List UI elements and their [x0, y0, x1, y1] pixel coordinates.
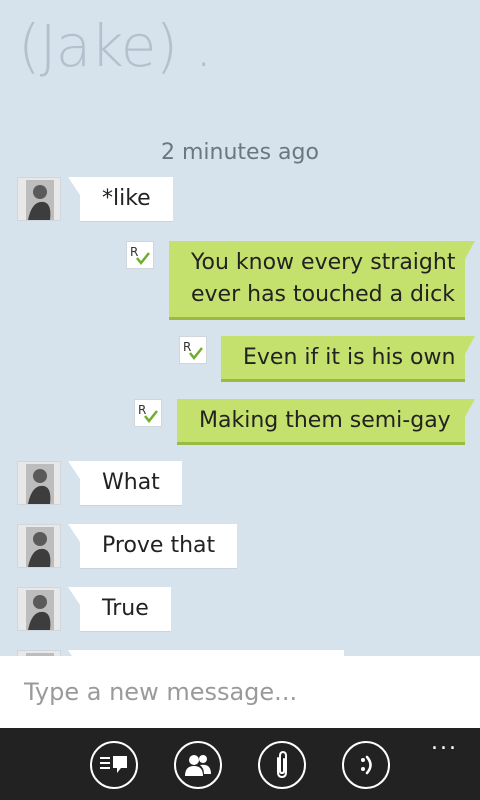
- message-bubble-incoming[interactable]: Prove that: [67, 524, 238, 568]
- attach-icon: [277, 750, 287, 779]
- message-bubble-outgoing[interactable]: You know every straight ever has touched…: [169, 241, 475, 320]
- message-bubble-outgoing[interactable]: Even if it is his own: [221, 336, 475, 382]
- message-text: True: [102, 596, 149, 621]
- message-text: Making them semi-gay: [199, 408, 451, 433]
- svg-text:R: R: [138, 403, 146, 417]
- emoji-icon: [361, 755, 372, 775]
- message-text: What: [102, 470, 160, 495]
- contacts-icon: [185, 755, 211, 776]
- message-bubble-incoming[interactable]: *like: [68, 177, 173, 221]
- message-text: ever has touched a dick: [191, 282, 455, 307]
- read-receipt-icon: R: [179, 336, 207, 364]
- message-text: *like: [102, 186, 151, 211]
- message-composer: [0, 656, 480, 728]
- attach-button[interactable]: [258, 741, 306, 789]
- message-text: Even if it is his own: [243, 345, 456, 370]
- message-text: You know every straight: [191, 250, 456, 275]
- svg-text:R: R: [183, 340, 191, 354]
- message-bubble-incoming[interactable]: True: [68, 587, 171, 631]
- message-bubble-incoming[interactable]: What: [68, 461, 182, 505]
- message-timestamp: 2 minutes ago: [161, 140, 319, 165]
- message-bubble-outgoing[interactable]: Making them semi-gay: [177, 399, 475, 445]
- contact-avatar[interactable]: [17, 177, 61, 221]
- conversation-title: (Jake) .: [18, 12, 213, 80]
- send-button[interactable]: [90, 741, 138, 789]
- emoji-button[interactable]: [342, 741, 390, 789]
- contact-avatar[interactable]: [17, 461, 61, 505]
- read-receipt-icon: R: [126, 241, 154, 269]
- message-text: Prove that: [102, 533, 216, 558]
- contact-avatar[interactable]: [17, 524, 61, 568]
- more-options-button[interactable]: ...: [431, 730, 458, 755]
- contacts-button[interactable]: [174, 741, 222, 789]
- read-receipt-icon: R: [134, 399, 162, 427]
- send-icon: [100, 756, 127, 773]
- message-input[interactable]: [0, 656, 480, 728]
- svg-text:R: R: [130, 245, 138, 259]
- contact-avatar[interactable]: [17, 587, 61, 631]
- app-bar: ...: [0, 728, 480, 800]
